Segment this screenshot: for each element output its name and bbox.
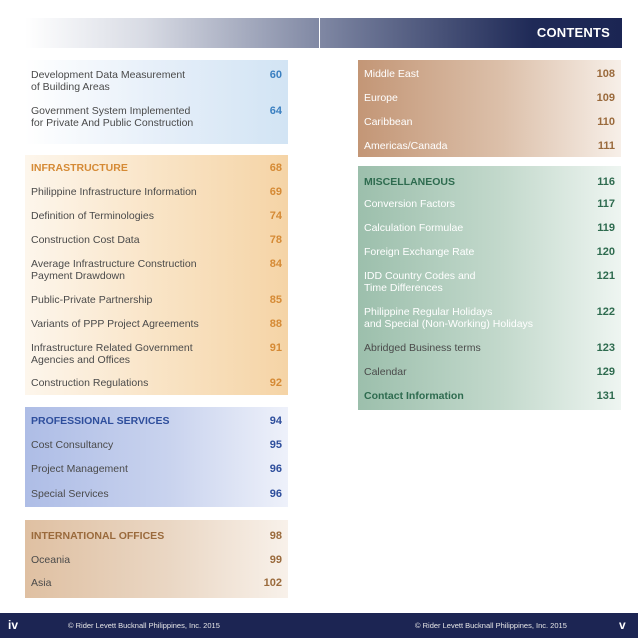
section-building-government: Development Data Measurement of Building…	[25, 60, 288, 144]
right-page-number: v	[619, 618, 626, 632]
section-infrastructure: INFRASTRUCTURE 68 Philippine Infrastruct…	[25, 155, 288, 395]
page-title: CONTENTS	[536, 25, 610, 40]
right-copyright: © Rider Levett Bucknall Philippines, Inc…	[415, 621, 567, 630]
left-copyright: © Rider Levett Bucknall Philippines, Inc…	[68, 621, 220, 630]
section-international-regions: Middle East 108 Europe 109 Caribbean 110…	[358, 60, 621, 157]
page-gutter	[319, 18, 320, 608]
section-professional-services: PROFESSIONAL SERVICES 94 Cost Consultanc…	[25, 407, 288, 507]
section-miscellaneous: MISCELLANEOUS 116 Conversion Factors 117…	[358, 166, 621, 410]
left-page-number: iv	[8, 618, 19, 632]
contents-header-bar: CONTENTS	[25, 18, 622, 48]
section-international-offices: INTERNATIONAL OFFICES 98 Oceania 99 Asia…	[25, 520, 288, 598]
footer-bar: iv © Rider Levett Bucknall Philippines, …	[0, 613, 638, 638]
